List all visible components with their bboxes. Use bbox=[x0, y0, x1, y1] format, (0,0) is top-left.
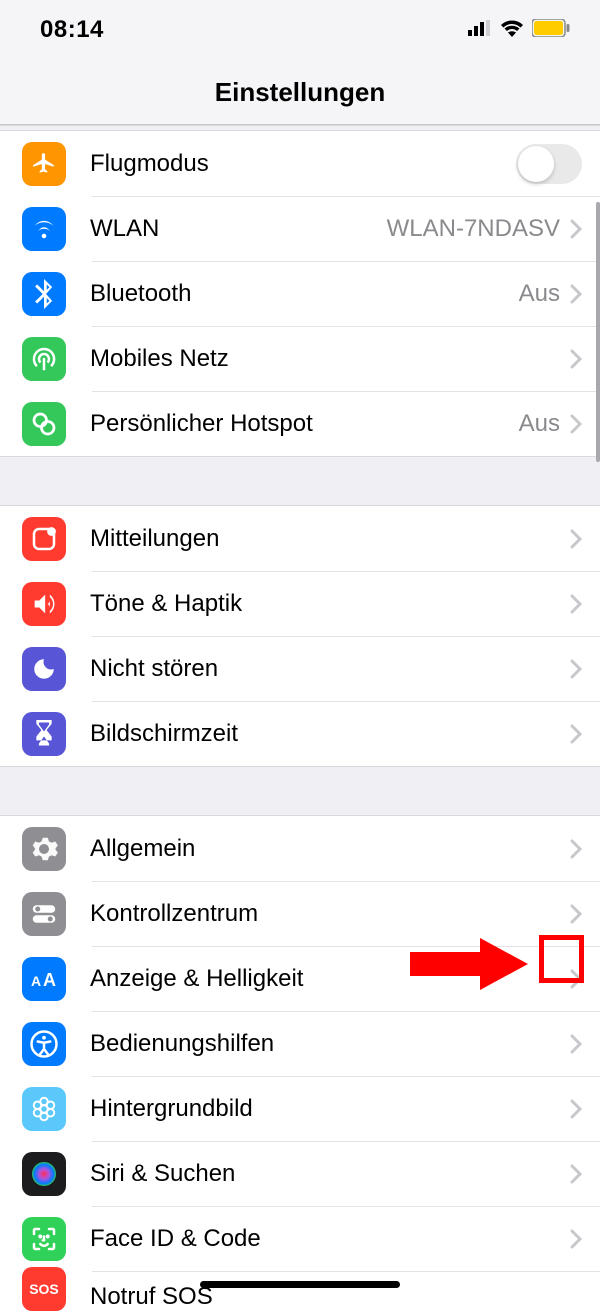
row-wallpaper[interactable]: Hintergrundbild bbox=[0, 1076, 600, 1141]
row-value: Aus bbox=[519, 410, 560, 438]
row-label: Hintergrundbild bbox=[90, 1095, 570, 1123]
airplane-icon bbox=[22, 142, 66, 186]
text-size-icon: AA bbox=[22, 957, 66, 1001]
row-cellular[interactable]: Mobiles Netz bbox=[0, 326, 600, 391]
page-title: Einstellungen bbox=[215, 77, 385, 108]
wallpaper-icon bbox=[22, 1087, 66, 1131]
row-label: Face ID & Code bbox=[90, 1225, 570, 1253]
status-time: 08:14 bbox=[40, 16, 104, 44]
row-dnd[interactable]: Nicht stören bbox=[0, 636, 600, 701]
row-label: Allgemein bbox=[90, 835, 570, 863]
row-airplane-mode[interactable]: Flugmodus bbox=[0, 131, 600, 196]
chevron-right-icon bbox=[570, 839, 582, 859]
row-label: Bildschirmzeit bbox=[90, 720, 570, 748]
row-label: WLAN bbox=[90, 215, 387, 243]
row-siri[interactable]: Siri & Suchen bbox=[0, 1141, 600, 1206]
chevron-right-icon bbox=[570, 594, 582, 614]
row-value: Aus bbox=[519, 280, 560, 308]
row-faceid[interactable]: Face ID & Code bbox=[0, 1206, 600, 1271]
row-value: WLAN-7NDASV bbox=[387, 215, 560, 243]
chevron-right-icon bbox=[570, 414, 582, 434]
row-hotspot[interactable]: Persönlicher Hotspot Aus bbox=[0, 391, 600, 456]
row-accessibility[interactable]: Bedienungshilfen bbox=[0, 1011, 600, 1076]
annotation-highlight-box bbox=[539, 935, 584, 983]
wifi-icon bbox=[22, 207, 66, 251]
chevron-right-icon bbox=[570, 659, 582, 679]
chevron-right-icon bbox=[570, 529, 582, 549]
status-bar: 08:14 bbox=[0, 0, 600, 60]
sos-icon: SOS bbox=[22, 1267, 66, 1311]
row-sounds[interactable]: Töne & Haptik bbox=[0, 571, 600, 636]
svg-text:A: A bbox=[43, 970, 56, 990]
row-controlcenter[interactable]: Kontrollzentrum bbox=[0, 881, 600, 946]
battery-icon bbox=[532, 19, 570, 42]
row-general[interactable]: Allgemein bbox=[0, 816, 600, 881]
toggles-icon bbox=[22, 892, 66, 936]
row-screentime[interactable]: Bildschirmzeit bbox=[0, 701, 600, 766]
row-label: Flugmodus bbox=[90, 150, 516, 178]
row-label: Töne & Haptik bbox=[90, 590, 570, 618]
section-separator bbox=[0, 766, 600, 816]
page-header: Einstellungen bbox=[0, 60, 600, 125]
siri-icon bbox=[22, 1152, 66, 1196]
sounds-icon bbox=[22, 582, 66, 626]
chevron-right-icon bbox=[570, 1164, 582, 1184]
row-label: Siri & Suchen bbox=[90, 1160, 570, 1188]
scroll-indicator[interactable] bbox=[596, 202, 600, 462]
row-label: Mitteilungen bbox=[90, 525, 570, 553]
bluetooth-icon bbox=[22, 272, 66, 316]
moon-icon bbox=[22, 647, 66, 691]
chevron-right-icon bbox=[570, 284, 582, 304]
chevron-right-icon bbox=[570, 904, 582, 924]
chevron-right-icon bbox=[570, 724, 582, 744]
annotation-arrow bbox=[410, 938, 528, 990]
row-label: Kontrollzentrum bbox=[90, 900, 570, 928]
chevron-right-icon bbox=[570, 219, 582, 239]
chevron-right-icon bbox=[570, 349, 582, 369]
row-wlan[interactable]: WLAN WLAN-7NDASV bbox=[0, 196, 600, 261]
row-bluetooth[interactable]: Bluetooth Aus bbox=[0, 261, 600, 326]
row-label: Nicht stören bbox=[90, 655, 570, 683]
row-label: Persönlicher Hotspot bbox=[90, 410, 519, 438]
row-label: Bluetooth bbox=[90, 280, 519, 308]
row-notifications[interactable]: Mitteilungen bbox=[0, 506, 600, 571]
airplane-toggle[interactable] bbox=[516, 144, 582, 184]
row-sos[interactable]: SOS Notruf SOS bbox=[0, 1271, 600, 1311]
hotspot-icon bbox=[22, 402, 66, 446]
home-indicator[interactable] bbox=[200, 1281, 400, 1288]
notifications-icon bbox=[22, 517, 66, 561]
status-icons bbox=[468, 19, 570, 42]
svg-text:A: A bbox=[31, 973, 41, 989]
row-label: Mobiles Netz bbox=[90, 345, 570, 373]
gear-icon bbox=[22, 827, 66, 871]
row-label: Bedienungshilfen bbox=[90, 1030, 570, 1058]
chevron-right-icon bbox=[570, 1099, 582, 1119]
cellular-signal-icon bbox=[468, 20, 492, 41]
chevron-right-icon bbox=[570, 1229, 582, 1249]
section-separator bbox=[0, 456, 600, 506]
cellular-icon bbox=[22, 337, 66, 381]
accessibility-icon bbox=[22, 1022, 66, 1066]
faceid-icon bbox=[22, 1217, 66, 1261]
wifi-status-icon bbox=[500, 19, 524, 42]
chevron-right-icon bbox=[570, 1034, 582, 1054]
hourglass-icon bbox=[22, 712, 66, 756]
